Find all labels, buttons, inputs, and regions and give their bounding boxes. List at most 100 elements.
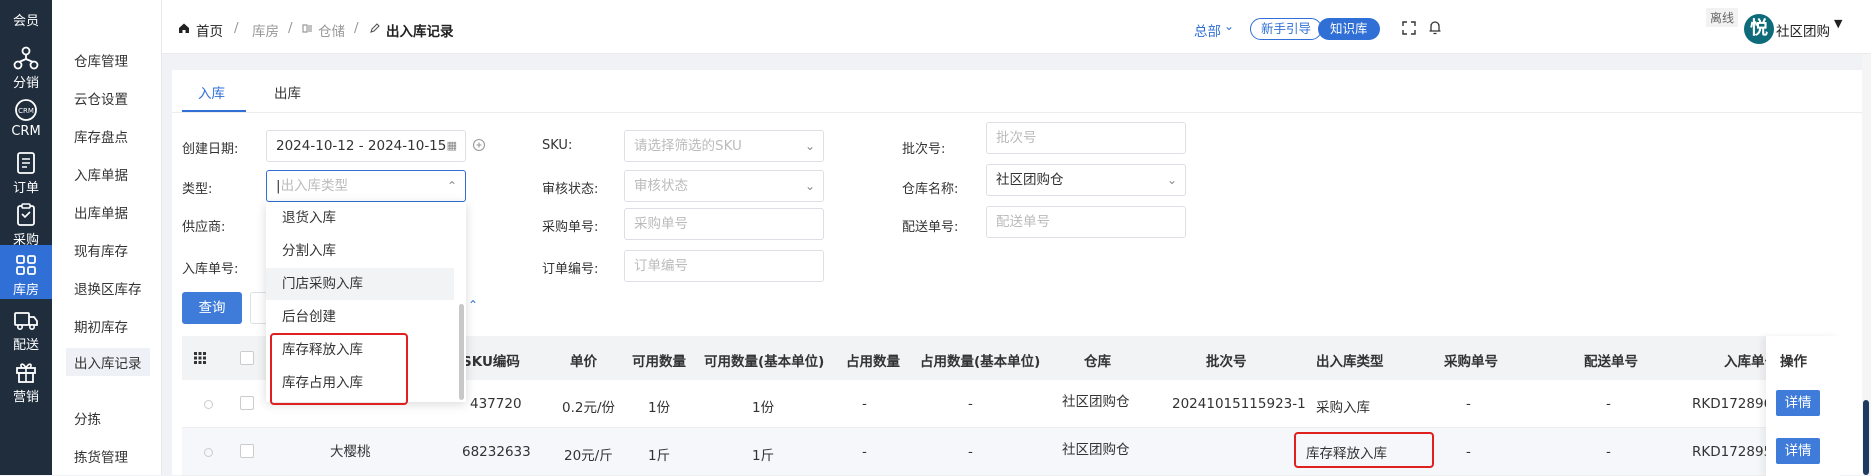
new-user-guide-button[interactable]: 新手引导 <box>1250 18 1323 40</box>
svg-text:CRM: CRM <box>18 107 34 115</box>
batch-no-label: 批次号: <box>902 142 946 157</box>
table-row[interactable]: 大樱桃 68232633 20元/斤 1斤 1斤 - - 社区团购仓 库存释放入… <box>182 428 1822 476</box>
cell-purchase-no: - <box>1466 396 1471 412</box>
cell-sku-code: 437720 <box>470 396 522 412</box>
dropdown-scrollbar[interactable] <box>459 304 464 400</box>
rail-item-label: 会员 <box>12 14 39 29</box>
create-date-range-input[interactable]: 2024-10-12 - 2024-10-15 ▦ <box>266 130 466 162</box>
dropdown-option[interactable]: 退货入库 <box>266 202 454 234</box>
breadcrumb-warehouse[interactable]: 库房 <box>252 20 279 40</box>
bell-icon[interactable] <box>1428 20 1442 35</box>
chevron-down-icon[interactable]: ⌄ <box>1224 19 1234 33</box>
th-occupied-qty: 占用数量 <box>846 354 900 370</box>
th-sku-code: SKU编码 <box>462 354 520 370</box>
page-scrollbar-thumb[interactable] <box>1863 400 1869 475</box>
menu-item-inbound-docs[interactable]: 入库单据 <box>74 164 128 184</box>
breadcrumb-sep: / <box>234 20 239 36</box>
dropdown-option[interactable]: 分割入库 <box>266 235 454 267</box>
inbound-no-label: 入库单号: <box>182 262 239 277</box>
avatar[interactable]: 悦 <box>1744 14 1774 44</box>
cell-occupied-qty-base: - <box>968 444 973 460</box>
cell-delivery-no: - <box>1606 444 1611 460</box>
purchase-no-placeholder: 采购单号 <box>634 216 688 232</box>
menu-item-cloud-warehouse[interactable]: 云仓设置 <box>74 88 128 108</box>
org-selector[interactable]: 总部 <box>1194 20 1221 40</box>
menu-item-picking[interactable]: 拣货管理 <box>74 446 128 466</box>
chevron-down-icon[interactable]: ⌄ <box>1167 165 1177 195</box>
purchase-no-input[interactable]: 采购单号 <box>624 208 824 240</box>
menu-item-opening-stock[interactable]: 期初库存 <box>74 316 128 336</box>
purchase-no-label: 采购单号: <box>542 220 599 235</box>
operation-column: 操作 详情 详情 <box>1766 336 1840 476</box>
delivery-no-placeholder: 配送单号 <box>996 214 1050 230</box>
audit-status-placeholder: 审核状态 <box>634 178 688 194</box>
row-radio[interactable] <box>204 448 213 457</box>
menu-item-warehouse-mgmt[interactable]: 仓库管理 <box>74 50 128 70</box>
dropdown-option[interactable]: 门店采购入库 <box>266 268 454 300</box>
row-radio[interactable] <box>204 400 213 409</box>
sku-select[interactable]: 请选择筛选的SKU ⌄ <box>624 130 824 162</box>
pen-icon <box>370 23 380 33</box>
tab-outbound[interactable]: 出库 <box>274 82 301 102</box>
rail-item-label: CRM <box>11 124 41 139</box>
warehouse-name-select[interactable]: 社区团购仓 ⌄ <box>986 164 1186 196</box>
order-no-input[interactable]: 订单编号 <box>624 250 824 282</box>
highlight-box <box>270 333 408 405</box>
cell-warehouse: 社区团购仓 <box>1062 394 1130 410</box>
chevron-up-icon[interactable]: ⌃ <box>468 298 478 312</box>
query-button[interactable]: 查询 <box>182 292 242 324</box>
cell-occupied-qty: - <box>862 396 867 412</box>
gift-icon <box>16 363 36 383</box>
order-no-label: 订单编号: <box>542 262 599 277</box>
chevron-down-icon[interactable]: ⌄ <box>805 171 815 201</box>
cell-available-qty: 1份 <box>648 400 671 416</box>
supplier-label: 供应商: <box>182 220 226 235</box>
menu-item-stocktake[interactable]: 库存盘点 <box>74 126 128 146</box>
rail-item-marketing[interactable]: 营销 <box>0 352 52 414</box>
warehouse-name-value: 社区团购仓 <box>996 172 1064 188</box>
breadcrumb-home[interactable]: 首页 <box>196 20 223 40</box>
breadcrumb-storage[interactable]: 仓储 <box>318 20 345 40</box>
detail-button[interactable]: 详情 <box>1776 390 1820 416</box>
th-occupied-qty-base: 占用数量(基本单位) <box>920 354 1041 370</box>
calendar-icon[interactable]: ▦ <box>447 131 457 161</box>
menu-item-current-stock[interactable]: 现有库存 <box>74 240 128 260</box>
audit-status-label: 审核状态: <box>542 182 599 197</box>
dropdown-option[interactable]: 后台创建 <box>266 301 454 333</box>
th-warehouse: 仓库 <box>1084 354 1111 370</box>
rail-item-label: 订单 <box>12 181 39 196</box>
type-label: 类型: <box>182 182 213 197</box>
cell-unit-price: 20元/斤 <box>564 448 613 464</box>
fullscreen-icon[interactable] <box>1402 21 1416 35</box>
th-unit-price: 单价 <box>570 354 597 370</box>
menu-item-return-stock[interactable]: 退换区库存 <box>74 278 142 298</box>
caret-down-icon[interactable]: ▼ <box>1834 17 1842 30</box>
io-type-select[interactable]: |出入库类型 ⌃ <box>266 170 466 202</box>
knowledge-base-button[interactable]: 知识库 <box>1318 18 1380 40</box>
menu-group-sorting[interactable]: 分拣 <box>74 408 101 428</box>
select-all-checkbox[interactable] <box>240 351 254 365</box>
chevron-up-icon[interactable]: ⌃ <box>447 171 457 201</box>
sku-placeholder: 请选择筛选的SKU <box>634 138 742 154</box>
row-checkbox[interactable] <box>240 444 254 458</box>
batch-no-placeholder: 批次号 <box>996 130 1037 146</box>
grid-settings-icon[interactable] <box>194 352 206 364</box>
menu-item-io-records[interactable]: 出入库记录 <box>66 348 150 376</box>
add-circle-icon[interactable] <box>472 138 486 152</box>
create-date-value: 2024-10-12 - 2024-10-15 <box>276 138 447 154</box>
tab-inbound[interactable]: 入库 <box>198 82 225 102</box>
user-name[interactable]: 社区团购 <box>1776 20 1830 40</box>
cell-available-qty-base: 1份 <box>752 400 775 416</box>
delivery-no-input[interactable]: 配送单号 <box>986 206 1186 238</box>
th-available-qty: 可用数量 <box>632 354 686 370</box>
chevron-down-icon[interactable]: ⌄ <box>805 131 815 161</box>
batch-no-input[interactable]: 批次号 <box>986 122 1186 154</box>
menu-item-outbound-docs[interactable]: 出库单据 <box>74 202 128 222</box>
rail-item-warehouse[interactable]: 库房 <box>0 245 52 299</box>
row-checkbox[interactable] <box>240 396 254 410</box>
secondary-menu: 仓库管理 云仓设置 库存盘点 入库单据 出库单据 现有库存 退换区库存 期初库存… <box>52 0 192 475</box>
cell-delivery-no: - <box>1606 396 1611 412</box>
detail-button[interactable]: 详情 <box>1776 438 1820 464</box>
cell-io-type: 采购入库 <box>1316 400 1370 416</box>
audit-status-select[interactable]: 审核状态 ⌄ <box>624 170 824 202</box>
